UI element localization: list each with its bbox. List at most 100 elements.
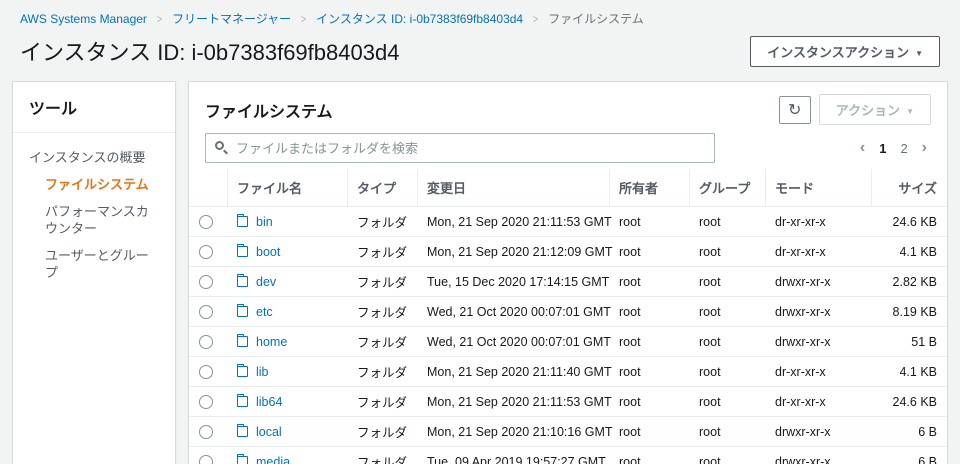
- file-name-cell: bin: [227, 206, 347, 237]
- table-row: local フォルダ Mon, 21 Sep 2020 21:10:16 GMT ro…: [189, 416, 947, 447]
- file-name-cell: home: [227, 326, 347, 357]
- row-radio[interactable]: [199, 304, 213, 319]
- folder-icon: [237, 304, 248, 317]
- column-header-mode: モード: [765, 169, 871, 207]
- page-number-1[interactable]: 1: [879, 141, 886, 156]
- file-group: root: [689, 206, 765, 237]
- toolbar-row: ‹ 1 2 ›: [189, 129, 947, 169]
- file-type: フォルダ: [347, 386, 417, 417]
- file-name-cell: local: [227, 416, 347, 447]
- panel-header: ファイルシステム ↻ アクション ▼: [189, 82, 947, 129]
- actions-button[interactable]: アクション ▼: [818, 94, 931, 125]
- column-header-group: グループ: [689, 169, 765, 207]
- file-table: ファイル名 タイプ 変更日 所有者 グループ モード サイズ bin フォルダ Mo…: [189, 169, 947, 464]
- file-group: root: [689, 266, 765, 297]
- breadcrumb-item-systems-manager[interactable]: AWS Systems Manager: [20, 12, 147, 26]
- table-row: dev フォルダ Tue, 15 Dec 2020 17:14:15 GMT root…: [189, 266, 947, 297]
- file-link[interactable]: dev: [256, 275, 276, 289]
- file-type: フォルダ: [347, 356, 417, 387]
- instance-actions-button[interactable]: インスタンスアクション ▼: [750, 35, 940, 67]
- file-modified: Mon, 21 Sep 2020 21:11:53 GMT: [417, 206, 612, 237]
- row-radio[interactable]: [199, 244, 213, 259]
- file-table-body: bin フォルダ Mon, 21 Sep 2020 21:11:53 GMT root…: [189, 206, 947, 464]
- prev-page-icon[interactable]: ‹: [860, 140, 865, 156]
- search-input[interactable]: [205, 133, 715, 163]
- table-row: lib64 フォルダ Mon, 21 Sep 2020 21:11:53 GMT ro…: [189, 386, 947, 417]
- file-modified: Tue, 15 Dec 2020 17:14:15 GMT: [417, 266, 609, 297]
- sidebar-nav: インスタンスの概要 ファイルシステム パフォーマンスカウンター ユーザーとグルー…: [13, 133, 175, 307]
- table-row: media フォルダ Tue, 09 Apr 2019 19:57:27 GMT ro…: [189, 446, 947, 464]
- file-size: 24.6 KB: [871, 206, 947, 237]
- row-select-cell: [189, 266, 227, 297]
- search-box: [205, 133, 715, 163]
- file-type: フォルダ: [347, 416, 417, 447]
- file-type: フォルダ: [347, 266, 417, 297]
- actions-label: アクション: [835, 103, 901, 118]
- file-owner: root: [609, 266, 689, 297]
- panel-title: ファイルシステム: [205, 103, 333, 121]
- table-row: lib フォルダ Mon, 21 Sep 2020 21:11:40 GMT root…: [189, 356, 947, 387]
- column-header-size: サイズ: [871, 169, 947, 207]
- folder-icon: [237, 394, 248, 407]
- row-radio[interactable]: [199, 364, 213, 379]
- file-group: root: [689, 326, 765, 357]
- row-select-cell: [189, 356, 227, 387]
- file-link[interactable]: bin: [256, 215, 273, 229]
- row-radio[interactable]: [199, 424, 213, 439]
- page-number-2[interactable]: 2: [900, 141, 907, 156]
- file-mode: drwxr-xr-x: [765, 266, 871, 297]
- file-modified: Wed, 21 Oct 2020 00:07:01 GMT: [417, 326, 611, 357]
- row-select-cell: [189, 416, 227, 447]
- select-column-header: [189, 169, 227, 207]
- refresh-icon: ↻: [788, 99, 802, 119]
- file-link[interactable]: boot: [256, 245, 280, 259]
- row-select-cell: [189, 446, 227, 464]
- next-page-icon[interactable]: ›: [922, 140, 927, 156]
- table-row: boot フォルダ Mon, 21 Sep 2020 21:12:09 GMT roo…: [189, 236, 947, 267]
- breadcrumb-separator-icon: >: [532, 11, 539, 26]
- row-radio[interactable]: [199, 334, 213, 349]
- table-header-row: ファイル名 タイプ 変更日 所有者 グループ モード サイズ: [189, 169, 947, 207]
- file-table-container: ファイル名 タイプ 変更日 所有者 グループ モード サイズ bin フォルダ Mo…: [189, 169, 947, 464]
- sidebar-item-file-system[interactable]: ファイルシステム: [45, 176, 159, 193]
- row-select-cell: [189, 296, 227, 327]
- refresh-button[interactable]: ↻: [778, 95, 811, 124]
- breadcrumb-item-instance-id[interactable]: インスタンス ID: i-0b7383f69fb8403d4: [316, 10, 523, 27]
- file-link[interactable]: media: [256, 455, 290, 464]
- page-title: インスタンス ID: i-0b7383f69fb8403d4: [20, 40, 400, 65]
- sidebar-item-performance-counters[interactable]: パフォーマンスカウンター: [45, 203, 159, 237]
- file-link[interactable]: home: [256, 335, 287, 349]
- folder-icon: [237, 244, 248, 257]
- file-link[interactable]: lib: [256, 365, 269, 379]
- row-radio[interactable]: [199, 274, 213, 289]
- column-header-type: タイプ: [347, 169, 417, 207]
- file-owner: root: [609, 326, 689, 357]
- file-name-cell: lib: [227, 356, 347, 387]
- file-owner: root: [609, 416, 689, 447]
- file-type: フォルダ: [347, 236, 417, 267]
- file-name-cell: etc: [227, 296, 347, 327]
- file-link[interactable]: local: [256, 425, 282, 439]
- breadcrumb-separator-icon: >: [301, 11, 307, 26]
- file-link[interactable]: lib64: [256, 395, 282, 409]
- file-mode: drwxr-xr-x: [765, 446, 871, 464]
- file-link[interactable]: etc: [256, 305, 273, 319]
- file-size: 4.1 KB: [871, 356, 947, 387]
- row-radio[interactable]: [199, 454, 213, 464]
- file-mode: dr-xr-xr-x: [765, 356, 871, 387]
- row-radio[interactable]: [199, 394, 213, 409]
- sidebar-sublist: ファイルシステム パフォーマンスカウンター ユーザーとグループ: [45, 176, 159, 281]
- breadcrumb-item-fleet-manager[interactable]: フリートマネージャー: [172, 10, 291, 27]
- file-owner: root: [609, 296, 689, 327]
- sidebar-item-instance-overview[interactable]: インスタンスの概要: [29, 149, 159, 166]
- sidebar-item-users-and-groups[interactable]: ユーザーとグループ: [45, 247, 159, 281]
- chevron-down-icon: ▼: [906, 107, 914, 116]
- row-radio[interactable]: [199, 214, 213, 229]
- file-modified: Tue, 09 Apr 2019 19:57:27 GMT: [417, 446, 609, 464]
- file-mode: drwxr-xr-x: [765, 326, 871, 357]
- tools-sidebar: ツール インスタンスの概要 ファイルシステム パフォーマンスカウンター ユーザー…: [12, 81, 176, 464]
- file-type: フォルダ: [347, 326, 417, 357]
- file-modified: Mon, 21 Sep 2020 21:10:16 GMT: [417, 416, 613, 447]
- folder-icon: [237, 274, 248, 287]
- content-area: ツール インスタンスの概要 ファイルシステム パフォーマンスカウンター ユーザー…: [0, 81, 960, 464]
